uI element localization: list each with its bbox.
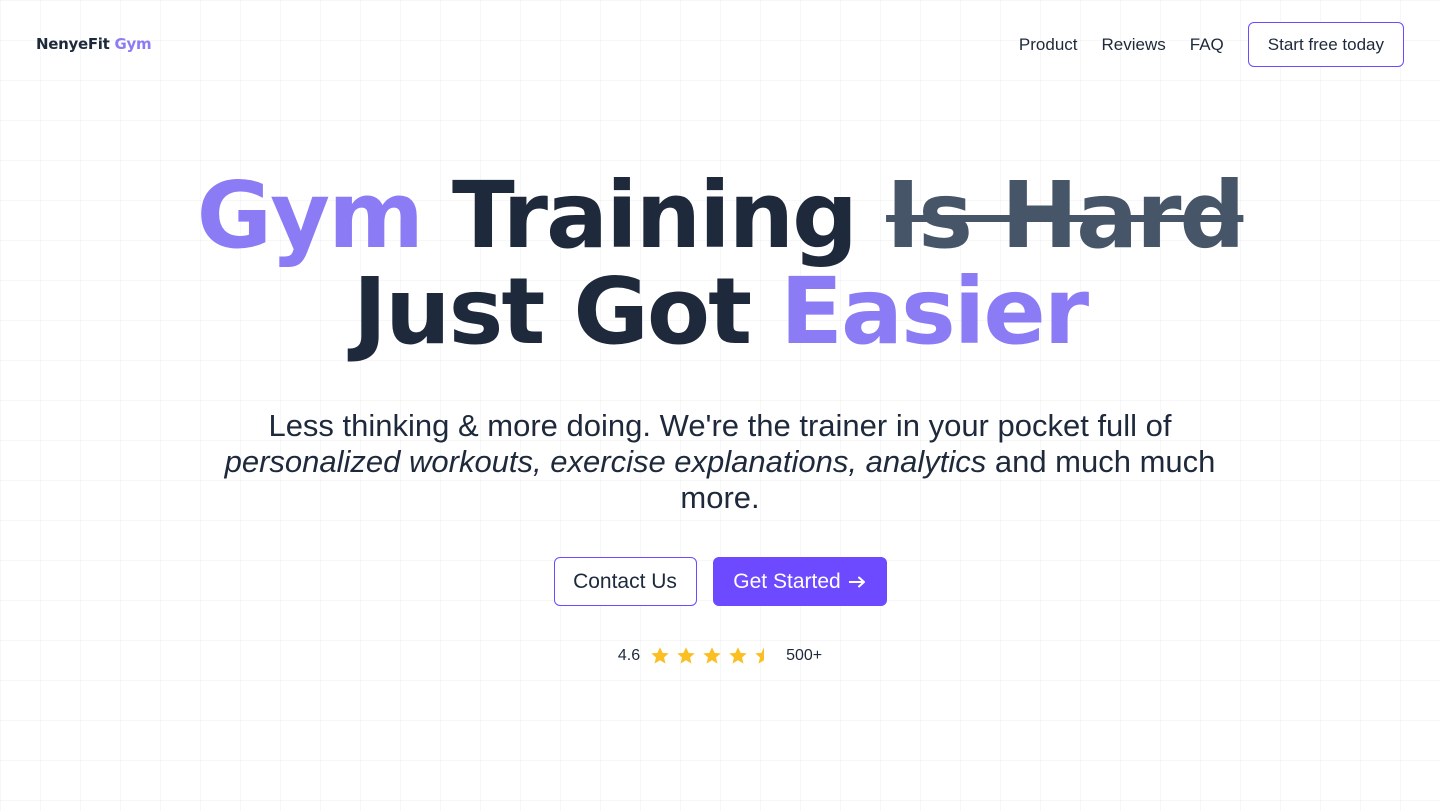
title-line2: Just Got (352, 258, 752, 365)
title-word-easier: Easier (780, 258, 1089, 365)
contact-us-button[interactable]: Contact Us (553, 557, 697, 606)
star-half-icon (755, 647, 765, 664)
rating-count: 500+ (786, 647, 823, 664)
nav-link-reviews[interactable]: Reviews (1102, 35, 1166, 55)
arrow-right-icon (848, 576, 865, 587)
star-filled-icon (677, 647, 695, 664)
nav-links: Product Reviews FAQ Start free today (1019, 22, 1404, 67)
contact-us-label: Contact Us (573, 569, 677, 593)
subtitle-intro: Less thinking & more doing. We're the tr… (268, 408, 1172, 443)
subtitle-features: personalized workouts, exercise explanat… (224, 444, 987, 479)
rating-summary: 4.6 500+ (0, 646, 1440, 666)
get-started-label: Get Started (733, 569, 841, 593)
cta-buttons: Contact Us Get Started (0, 557, 1440, 606)
title-word-gym: Gym (196, 162, 424, 269)
logo-accent-text: Gym (114, 35, 152, 53)
title-struck-text: Is Hard (886, 162, 1245, 269)
hero-subtitle: Less thinking & more doing. We're the tr… (220, 408, 1220, 516)
rating-score: 4.6 (617, 647, 641, 664)
title-word-training: Training (452, 162, 858, 269)
top-navbar: NenyeFit Gym Product Reviews FAQ Start f… (0, 0, 1440, 90)
star-filled-icon (729, 647, 747, 664)
star-filled-icon (651, 647, 669, 664)
start-free-button[interactable]: Start free today (1247, 22, 1404, 67)
rating-stars (650, 646, 774, 666)
brand-logo[interactable]: NenyeFit Gym (36, 35, 152, 53)
nav-link-faq[interactable]: FAQ (1190, 35, 1224, 55)
hero-title: Gym Training Is Hard Just Got Easier (0, 168, 1440, 360)
logo-main-text: NenyeFit (36, 35, 110, 53)
nav-link-product[interactable]: Product (1019, 35, 1078, 55)
star-filled-icon (703, 647, 721, 664)
get-started-button[interactable]: Get Started (712, 557, 887, 606)
